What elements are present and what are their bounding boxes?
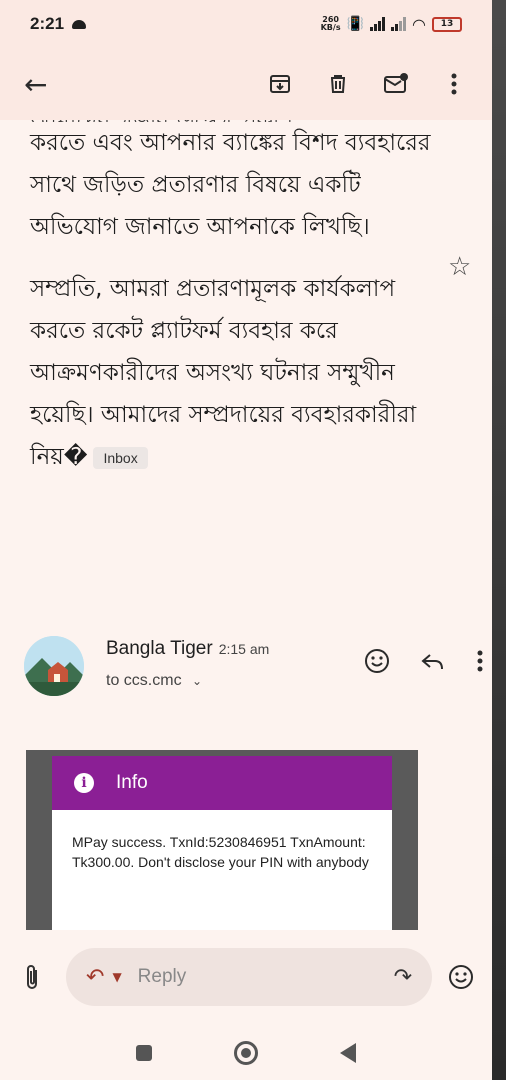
recipient-details[interactable]: to ccs.cmc ⌄: [106, 672, 202, 690]
archive-icon[interactable]: [266, 70, 294, 98]
chevron-down-icon: ⌄: [192, 674, 203, 688]
delete-icon[interactable]: [324, 70, 352, 98]
message-paragraph-1: করতে এবং আপনার ব্যাঙ্কের বিশদ ব্যবহারের …: [30, 130, 431, 240]
info-card-header: i Info: [52, 756, 392, 810]
star-icon[interactable]: ☆: [448, 252, 471, 282]
forward-icon[interactable]: ↷: [394, 965, 412, 990]
back-arrow-icon[interactable]: ←: [24, 68, 47, 101]
status-bar: 2:21 260 KB/s 📳 ◠ 13: [0, 0, 492, 48]
wifi-icon: ◠: [412, 14, 426, 34]
screen: 2:21 260 KB/s 📳 ◠ 13 আমাদের গভীর উদ্বেগ …: [0, 0, 492, 1080]
sender-actions: [364, 648, 484, 678]
sender-name-text: Bangla Tiger: [106, 638, 213, 659]
mark-unread-icon[interactable]: [382, 70, 410, 98]
caret-down-icon[interactable]: ▼: [112, 970, 121, 984]
battery-level: 13: [440, 19, 454, 29]
status-icons: 260 KB/s 📳 ◠ 13: [321, 15, 462, 34]
info-card-title: Info: [116, 772, 148, 793]
attach-icon[interactable]: [24, 964, 42, 998]
signal-icon: [370, 17, 386, 31]
nav-back-icon[interactable]: [340, 1043, 356, 1063]
reply-area: ↶ ▼ Reply ↷: [0, 930, 492, 1026]
more-vert-icon[interactable]: [476, 649, 484, 677]
system-nav-bar: [0, 1026, 492, 1080]
recents-icon[interactable]: [136, 1045, 152, 1061]
cloud-icon: [72, 19, 87, 29]
emoji-icon[interactable]: [448, 964, 474, 994]
attachment-image[interactable]: i Info MPay success. TxnId:5230846951 Tx…: [26, 750, 418, 930]
message-paragraph-2: সম্প্রতি, আমরা প্রতারণামূলক কার্যকলাপ কর…: [30, 268, 450, 478]
reply-label: Reply: [137, 966, 187, 987]
toolbar: ←: [0, 48, 492, 120]
home-icon[interactable]: [234, 1041, 258, 1065]
screen-edge: [492, 0, 506, 1080]
reply-button[interactable]: ↶ ▼ Reply ↷: [66, 948, 432, 1006]
info-card: i Info MPay success. TxnId:5230846951 Tx…: [52, 756, 392, 930]
info-card-text: MPay success. TxnId:5230846951 TxnAmount…: [72, 834, 369, 870]
info-icon: i: [74, 773, 94, 793]
recipient-text: to ccs.cmc: [106, 672, 182, 689]
toolbar-actions: [266, 70, 468, 98]
signal-secondary-icon: [391, 17, 407, 31]
inbox-label-chip[interactable]: Inbox: [93, 446, 148, 469]
more-vert-icon[interactable]: [440, 70, 468, 98]
vibrate-icon: 📳: [346, 16, 365, 32]
net-speed-unit: KB/s: [320, 23, 341, 32]
status-time: 2:21: [30, 14, 65, 33]
sender-row[interactable]: Bangla Tiger 2:15 am to ccs.cmc ⌄: [24, 636, 484, 700]
reply-icon[interactable]: [420, 651, 446, 675]
emoji-reaction-icon[interactable]: [364, 648, 390, 678]
battery-icon: 13: [432, 16, 462, 32]
net-speed: 260 KB/s: [321, 16, 341, 32]
avatar[interactable]: [24, 636, 84, 696]
sender-name: Bangla Tiger 2:15 am: [106, 638, 269, 660]
reply-arrow-icon: ↶: [86, 964, 105, 990]
sender-time: 2:15 am: [218, 641, 270, 657]
message-body: আমাদের গভীর উদ্বেগ প্রকাশ করতে এবং আপনার…: [30, 100, 450, 498]
message-paragraph-2-text: সম্প্রতি, আমরা প্রতারণামূলক কার্যকলাপ কর…: [30, 276, 417, 470]
